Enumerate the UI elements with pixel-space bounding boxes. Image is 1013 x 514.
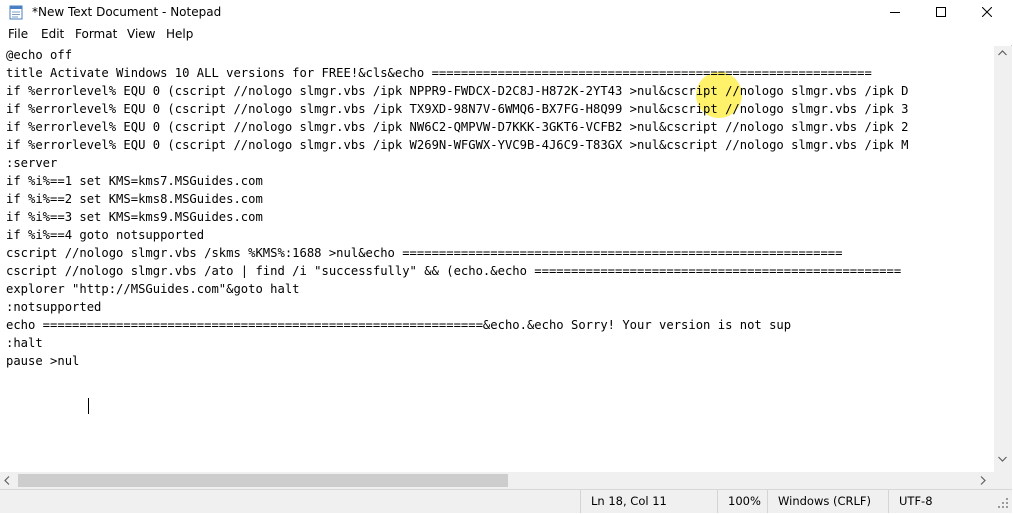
text-line: :server bbox=[6, 156, 58, 170]
text-line: cscript //nologo slmgr.vbs /ato | find /… bbox=[6, 264, 902, 278]
menu-edit[interactable]: Edit bbox=[41, 27, 64, 42]
text-line: if %errorlevel% EQU 0 (cscript //nologo … bbox=[6, 138, 909, 152]
horizontal-scrollbar[interactable] bbox=[0, 472, 994, 489]
zoom-level: 100% bbox=[717, 490, 766, 513]
vertical-scrollbar[interactable] bbox=[994, 46, 1012, 472]
text-caret bbox=[88, 398, 89, 414]
text-editor[interactable]: @echo off title Activate Windows 10 ALL … bbox=[1, 46, 994, 472]
maximize-icon bbox=[936, 7, 946, 17]
scroll-left-arrow-icon[interactable] bbox=[4, 476, 10, 485]
text-line: if %errorlevel% EQU 0 (cscript //nologo … bbox=[6, 102, 909, 116]
menu-help[interactable]: Help bbox=[166, 27, 193, 42]
text-line: :notsupported bbox=[6, 300, 102, 314]
scroll-right-arrow-icon[interactable] bbox=[980, 476, 986, 485]
text-line: title Activate Windows 10 ALL versions f… bbox=[6, 66, 872, 80]
resize-grip-icon[interactable] bbox=[998, 498, 1008, 508]
notepad-window: *New Text Document - Notepad File Edit F… bbox=[0, 0, 1012, 513]
encoding: UTF-8 bbox=[888, 490, 994, 513]
close-icon bbox=[982, 7, 992, 17]
horizontal-scroll-thumb[interactable] bbox=[18, 474, 508, 487]
notepad-app-icon bbox=[9, 5, 23, 20]
text-line: explorer "http://MSGuides.com"&goto halt bbox=[6, 282, 300, 296]
cursor-position: Ln 18, Col 11 bbox=[580, 490, 716, 513]
text-line: if %errorlevel% EQU 0 (cscript //nologo … bbox=[6, 120, 909, 134]
text-line: if %i%==1 set KMS=kms7.MSGuides.com bbox=[6, 174, 263, 188]
text-line: if %i%==2 set KMS=kms8.MSGuides.com bbox=[6, 192, 263, 206]
menu-bar: File Edit Format View Help bbox=[0, 24, 1012, 45]
scroll-down-arrow-icon[interactable] bbox=[998, 456, 1007, 462]
text-line: if %i%==4 goto notsupported bbox=[6, 228, 205, 242]
menu-file[interactable]: File bbox=[8, 27, 28, 42]
status-bar: Ln 18, Col 11 100% Windows (CRLF) UTF-8 bbox=[0, 489, 1012, 513]
text-line: pause >nul bbox=[6, 354, 80, 368]
text-line: cscript //nologo slmgr.vbs /skms %KMS%:1… bbox=[6, 246, 843, 260]
window-title: *New Text Document - Notepad bbox=[32, 5, 222, 19]
menu-format[interactable]: Format bbox=[75, 27, 117, 42]
text-line: echo ===================================… bbox=[6, 318, 792, 332]
text-line: if %errorlevel% EQU 0 (cscript //nologo … bbox=[6, 84, 909, 98]
close-button[interactable] bbox=[964, 0, 1010, 24]
text-line: if %i%==3 set KMS=kms9.MSGuides.com bbox=[6, 210, 263, 224]
menu-view[interactable]: View bbox=[127, 27, 155, 42]
text-line: @echo off bbox=[6, 48, 73, 62]
scrollbar-corner bbox=[994, 472, 1012, 489]
maximize-button[interactable] bbox=[918, 0, 964, 24]
minimize-icon bbox=[890, 12, 900, 13]
title-bar[interactable]: *New Text Document - Notepad bbox=[0, 0, 1012, 24]
line-ending: Windows (CRLF) bbox=[767, 490, 887, 513]
scroll-up-arrow-icon[interactable] bbox=[998, 50, 1007, 56]
text-line: :halt bbox=[6, 336, 43, 350]
minimize-button[interactable] bbox=[872, 0, 918, 24]
